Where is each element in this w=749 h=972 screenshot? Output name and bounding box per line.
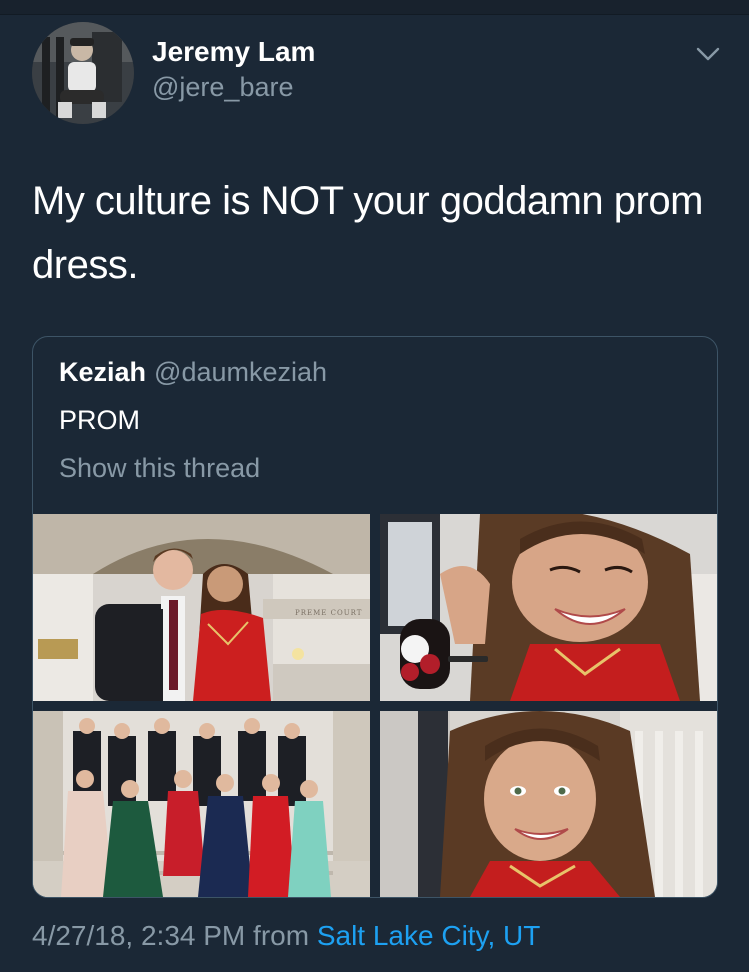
tweet-footer: 4/27/18, 2:34 PM from Salt Lake City, UT [32, 920, 540, 952]
quoted-tweet-text: PROM [59, 405, 140, 435]
tweet-text: My culture is NOT your goddamn prom dres… [32, 179, 703, 287]
user-handle[interactable]: @jere_bare [152, 72, 294, 103]
show-thread-link[interactable]: Show this thread [59, 453, 260, 484]
quoted-user-handle: @daumkeziah [154, 357, 328, 387]
avatar[interactable] [32, 22, 134, 124]
photo-portrait[interactable] [380, 711, 717, 897]
timestamp[interactable]: 4/27/18, 2:34 PM [32, 920, 245, 951]
location-link[interactable]: Salt Lake City, UT [317, 920, 541, 951]
photo-group[interactable] [33, 711, 370, 897]
quoted-tweet[interactable]: Keziah @daumkeziah PROM Show this thread … [32, 336, 718, 898]
background-text: PREME COURT [295, 609, 362, 617]
quoted-tweet-header: Keziah @daumkeziah [59, 357, 327, 388]
from-label: from [253, 920, 310, 951]
quoted-display-name: Keziah [59, 357, 147, 387]
top-strip [0, 0, 749, 15]
chevron-down-icon[interactable] [693, 42, 723, 66]
photo-couple[interactable]: PREME COURT [33, 514, 370, 701]
tweet: Jeremy Lam @jere_bare My culture is NOT … [0, 14, 749, 972]
display-name[interactable]: Jeremy Lam [152, 36, 315, 68]
photo-smiling-girl[interactable] [380, 514, 717, 701]
